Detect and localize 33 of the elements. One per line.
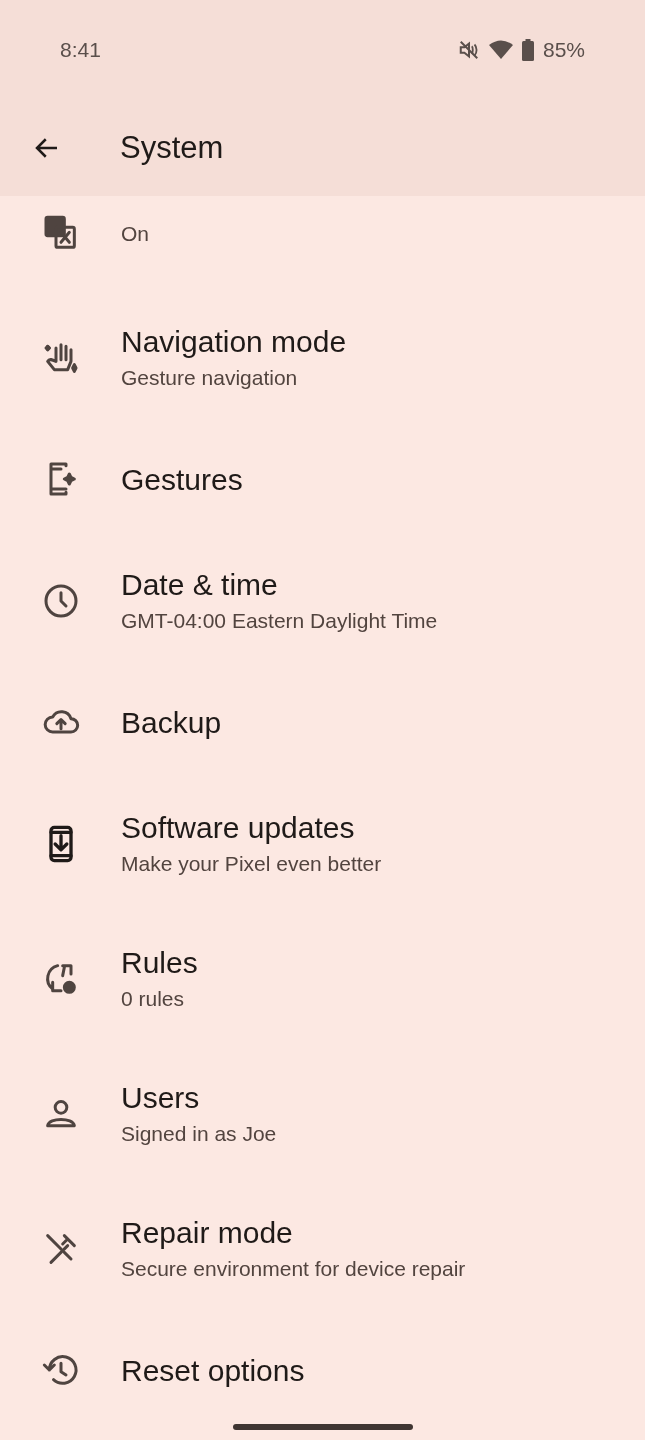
settings-item[interactable]: Gestures bbox=[0, 425, 645, 533]
item-subtitle: GMT-04:00 Eastern Daylight Time bbox=[121, 608, 438, 634]
item-title: Software updates bbox=[121, 810, 356, 845]
item-subtitle: Make your Pixel even better bbox=[121, 851, 382, 877]
item-title: Rules bbox=[121, 945, 198, 980]
battery-icon bbox=[521, 39, 534, 61]
settings-item[interactable]: Software updates Make your Pixel even better bbox=[0, 776, 645, 911]
item-subtitle: 0 rules bbox=[121, 986, 186, 1012]
item-subtitle: Secure environment for device repair bbox=[121, 1256, 466, 1282]
settings-item[interactable]: Rules 0 rules bbox=[0, 911, 645, 1046]
settings-item[interactable]: On bbox=[0, 196, 645, 290]
item-title: Date & time bbox=[121, 567, 279, 602]
item-title: Backup bbox=[121, 704, 222, 740]
item-subtitle: Signed in as Joe bbox=[121, 1121, 277, 1147]
settings-item[interactable]: Reset options bbox=[0, 1316, 645, 1424]
settings-item[interactable]: Navigation mode Gesture navigation bbox=[0, 290, 645, 425]
status-time: 8:41 bbox=[60, 38, 101, 62]
item-title: Users bbox=[121, 1080, 201, 1115]
mute-icon bbox=[457, 39, 480, 61]
item-title: Gestures bbox=[121, 461, 243, 497]
item-title: Navigation mode bbox=[121, 324, 347, 359]
item-subtitle: Gesture navigation bbox=[121, 365, 299, 391]
settings-item[interactable]: Backup bbox=[0, 668, 645, 776]
item-title: Reset options bbox=[121, 1352, 305, 1388]
settings-item[interactable]: Users Signed in as Joe bbox=[0, 1046, 645, 1181]
gesture-handle[interactable] bbox=[232, 1424, 413, 1430]
battery-percent: 85% bbox=[542, 38, 585, 62]
item-subtitle: On bbox=[121, 221, 149, 247]
item-title: Repair mode bbox=[121, 1215, 294, 1250]
settings-item[interactable]: Date & time GMT-04:00 Eastern Daylight Time bbox=[0, 533, 645, 668]
settings-item[interactable]: Repair mode Secure environment for device repair bbox=[0, 1181, 645, 1316]
wifi-icon bbox=[488, 40, 513, 60]
page-title: System bbox=[120, 130, 224, 166]
